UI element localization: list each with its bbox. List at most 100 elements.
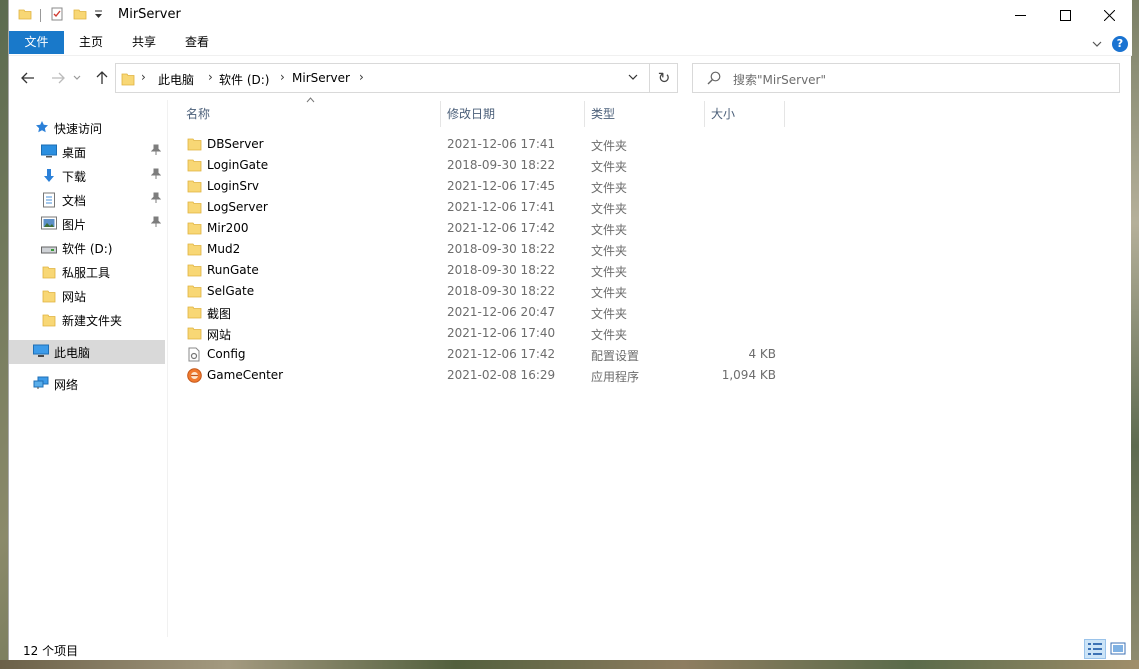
file-row[interactable]: LogServer 2021-12-06 17:41 文件夹 [179, 197, 789, 218]
address-bar[interactable]: › 此电脑 › 软件 (D:) › MirServer › ↻ [115, 63, 678, 93]
nav-label: 新建文件夹 [62, 314, 123, 328]
folder-icon [187, 200, 202, 217]
file-name: Mir200 [207, 221, 249, 235]
file-type: 应用程序 [591, 370, 640, 384]
nav-item-folder[interactable]: 新建文件夹 [9, 308, 165, 332]
nav-item-desktop[interactable]: 桌面 [9, 140, 165, 164]
file-row[interactable]: LoginGate 2018-09-30 18:22 文件夹 [179, 155, 789, 176]
file-name: LogServer [207, 200, 268, 214]
recent-locations-button[interactable] [71, 68, 83, 88]
column-divider[interactable] [584, 101, 585, 127]
tab-home[interactable]: 主页 [69, 31, 113, 54]
nav-item-downloads[interactable]: 下载 [9, 164, 165, 188]
file-type: 配置设置 [591, 349, 640, 363]
column-header-date[interactable]: 修改日期 [447, 101, 582, 127]
tab-file[interactable]: 文件 [9, 31, 64, 54]
file-row[interactable]: 网站 2021-12-06 17:40 文件夹 [179, 323, 789, 344]
nav-item-folder[interactable]: 网站 [9, 284, 165, 308]
nav-label: 图片 [62, 218, 87, 232]
pin-icon[interactable] [150, 216, 162, 231]
file-row[interactable]: Mir200 2021-12-06 17:42 文件夹 [179, 218, 789, 239]
breadcrumb-chevron-icon[interactable]: › [280, 70, 285, 84]
pin-icon[interactable] [150, 144, 162, 159]
forward-button[interactable] [48, 68, 68, 88]
file-row[interactable]: SelGate 2018-09-30 18:22 文件夹 [179, 281, 789, 302]
folder-icon [42, 312, 56, 331]
address-history-button[interactable] [628, 70, 638, 84]
file-row[interactable]: DBServer 2021-12-06 17:41 文件夹 [179, 134, 789, 155]
column-divider[interactable] [704, 101, 705, 127]
folder-icon [187, 305, 202, 322]
properties-icon[interactable] [50, 7, 64, 24]
breadcrumb-chevron-icon[interactable]: › [359, 70, 364, 84]
nav-label: 网站 [62, 290, 87, 304]
file-row[interactable]: RunGate 2018-09-30 18:22 文件夹 [179, 260, 789, 281]
nav-item-folder[interactable]: 私服工具 [9, 260, 165, 284]
maximize-button[interactable] [1042, 0, 1088, 31]
folder-icon [42, 288, 56, 307]
file-name: LoginGate [207, 158, 269, 172]
nav-item-pictures[interactable]: 图片 [9, 212, 165, 236]
folder-icon [187, 158, 202, 175]
file-name: DBServer [207, 137, 264, 151]
breadcrumb-mirserver[interactable]: MirServer [292, 71, 350, 85]
file-date: 2021-12-06 17:42 [447, 221, 556, 235]
ribbon-divider [9, 55, 1132, 56]
up-button[interactable] [92, 68, 112, 88]
file-name: GameCenter [207, 368, 284, 382]
arrow-left-icon [21, 72, 34, 84]
tab-view[interactable]: 查看 [175, 31, 219, 54]
file-row[interactable]: Config 2021-12-06 17:42 配置设置 4 KB [179, 344, 789, 365]
pin-icon[interactable] [150, 192, 162, 207]
file-type: 文件夹 [591, 181, 628, 195]
computer-icon [33, 344, 49, 361]
pin-icon[interactable] [150, 168, 162, 183]
explorer-window: MirServer 文件 主页 共享 查看 ? › 此电脑 › 软件 (D:) … [8, 0, 1132, 660]
status-item-count: 12 个项目 [23, 644, 79, 658]
back-button[interactable] [18, 68, 38, 88]
column-header-name[interactable]: 名称 [186, 101, 439, 127]
folder-icon [187, 284, 202, 301]
file-row[interactable]: GameCenter 2021-02-08 16:29 应用程序 1,094 K… [179, 365, 789, 386]
file-date: 2018-09-30 18:22 [447, 158, 556, 172]
help-button[interactable]: ? [1112, 36, 1128, 52]
nav-item-documents[interactable]: 文档 [9, 188, 165, 212]
arrow-right-icon [52, 72, 65, 84]
file-type: 文件夹 [591, 286, 628, 300]
column-header-size[interactable]: 大小 [711, 101, 783, 127]
file-row[interactable]: 截图 2021-12-06 20:47 文件夹 [179, 302, 789, 323]
column-divider[interactable] [784, 101, 785, 127]
large-icons-view-button[interactable] [1107, 639, 1129, 659]
refresh-button[interactable]: ↻ [649, 64, 678, 92]
pane-divider[interactable] [167, 100, 168, 637]
breadcrumb-chevron-icon[interactable]: › [208, 70, 213, 84]
file-row[interactable]: Mud2 2018-09-30 18:22 文件夹 [179, 239, 789, 260]
breadcrumb-this-pc[interactable]: 此电脑 [158, 71, 194, 88]
nav-network[interactable]: 网络 [9, 372, 165, 396]
network-icon [33, 376, 49, 393]
details-view-button[interactable] [1084, 639, 1106, 659]
column-header-type[interactable]: 类型 [591, 101, 703, 127]
pictures-icon [41, 216, 57, 233]
nav-this-pc[interactable]: 此电脑 [9, 340, 165, 364]
breadcrumb-chevron-icon[interactable]: › [141, 70, 146, 84]
nav-label: 文档 [62, 194, 87, 208]
download-icon [42, 168, 56, 187]
column-divider[interactable] [440, 101, 441, 127]
nav-item-drive-d[interactable]: 软件 (D:) [9, 236, 165, 260]
close-button[interactable] [1086, 0, 1132, 31]
folder-icon [18, 7, 32, 24]
nav-label: 私服工具 [62, 266, 111, 280]
tab-share[interactable]: 共享 [122, 31, 166, 54]
file-type: 文件夹 [591, 328, 628, 342]
help-icon: ? [1112, 36, 1128, 52]
search-input[interactable]: 搜索"MirServer" [692, 63, 1120, 93]
file-date: 2021-12-06 17:40 [447, 326, 556, 340]
customize-toolbar-icon[interactable] [94, 9, 103, 23]
minimize-button[interactable] [997, 0, 1043, 31]
expand-ribbon-icon[interactable] [1092, 37, 1102, 51]
breadcrumb-drive-d[interactable]: 软件 (D:) [219, 71, 269, 88]
nav-quick-access[interactable]: 快速访问 [9, 116, 165, 140]
new-folder-icon[interactable] [73, 7, 87, 24]
file-row[interactable]: LoginSrv 2021-12-06 17:45 文件夹 [179, 176, 789, 197]
